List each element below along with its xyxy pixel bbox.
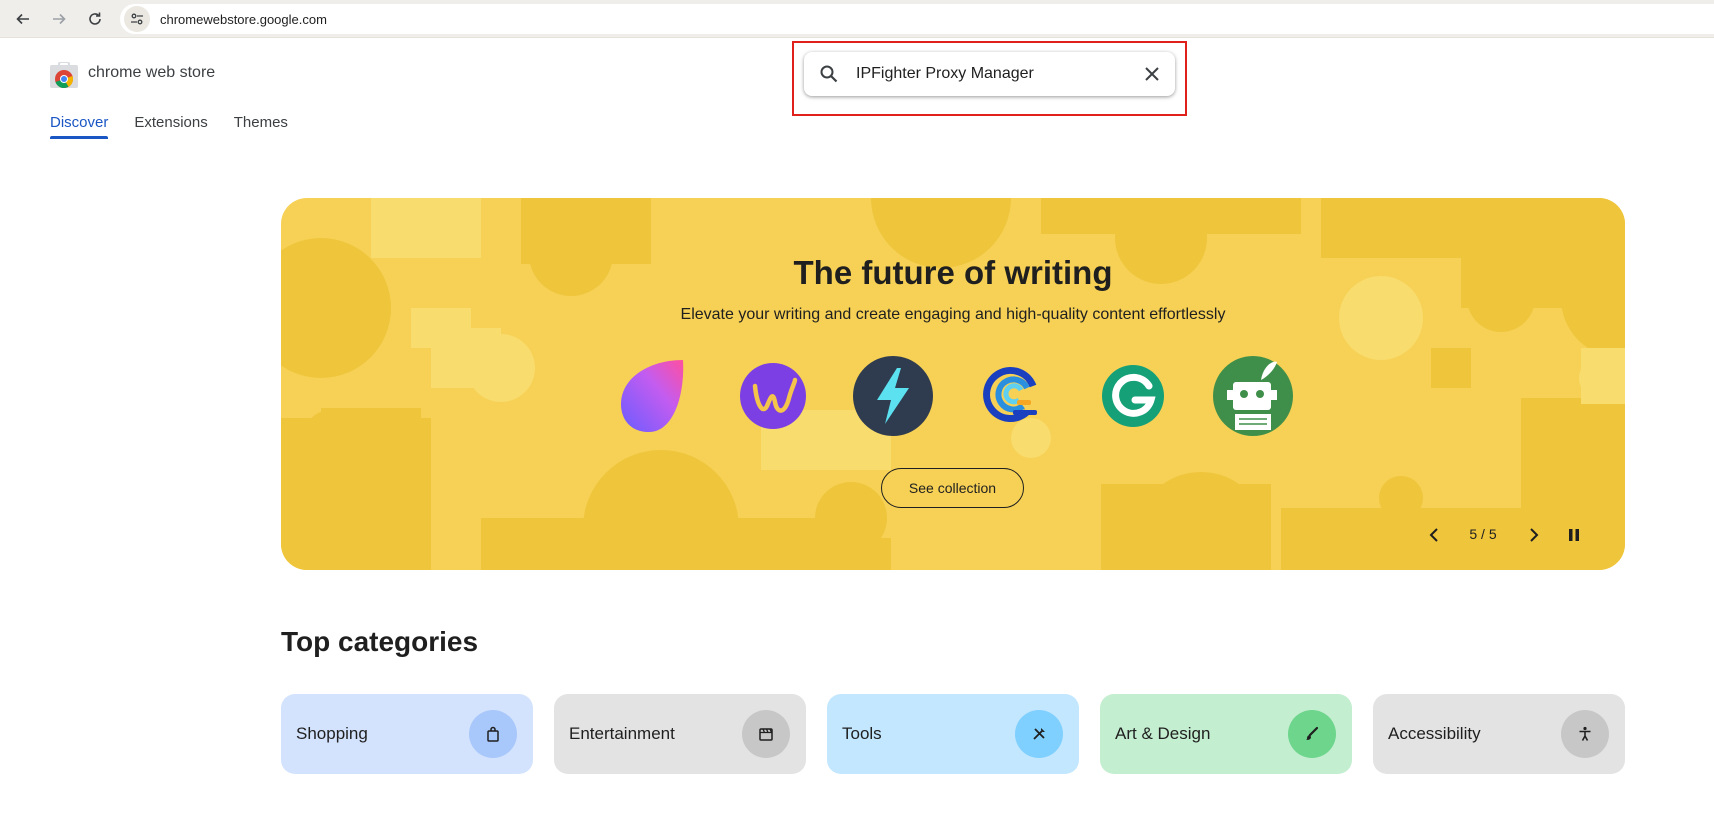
shopping-bag-icon <box>469 710 517 758</box>
tab-extensions[interactable]: Extensions <box>134 114 207 139</box>
featured-banner: The future of writing Elevate your writi… <box>281 198 1625 570</box>
chrome-web-store-logo[interactable] <box>50 61 78 89</box>
category-label: Accessibility <box>1388 724 1481 743</box>
see-collection-button[interactable]: See collection <box>881 468 1024 508</box>
carousel-next-button[interactable] <box>1523 524 1545 546</box>
category-card-shopping[interactable]: Shopping <box>281 694 533 774</box>
chevron-left-icon <box>1429 528 1438 542</box>
clapperboard-icon <box>742 710 790 758</box>
search-box[interactable] <box>804 52 1175 96</box>
back-button[interactable] <box>10 6 36 32</box>
carousel-prev-button[interactable] <box>1423 524 1445 546</box>
category-label: Tools <box>842 724 882 743</box>
category-card-entertainment[interactable]: Entertainment <box>554 694 806 774</box>
accessibility-icon <box>1561 710 1609 758</box>
reload-icon <box>89 12 101 25</box>
main-nav: Discover Extensions Themes <box>50 114 314 139</box>
tools-icon <box>1015 710 1063 758</box>
category-card-tools[interactable]: Tools <box>827 694 1079 774</box>
lightning-icon[interactable] <box>853 356 933 436</box>
banner-title: The future of writing <box>793 254 1113 291</box>
brand-name[interactable]: chrome web store <box>88 64 215 82</box>
category-label: Art & Design <box>1115 724 1211 743</box>
category-card-accessibility[interactable]: Accessibility <box>1373 694 1625 774</box>
robot-quill-icon[interactable] <box>1213 356 1293 436</box>
reload-button[interactable] <box>82 6 108 32</box>
url-text: chromewebstore.google.com <box>160 11 327 27</box>
tab-discover[interactable]: Discover <box>50 114 109 139</box>
browser-toolbar: chromewebstore.google.com <box>0 0 1714 38</box>
pause-icon <box>1569 529 1579 541</box>
category-card-art-design[interactable]: Art & Design <box>1100 694 1352 774</box>
w-letter-icon[interactable] <box>733 356 813 436</box>
wave-swirl-icon[interactable] <box>973 356 1053 436</box>
banner-subtitle: Elevate your writing and create engaging… <box>680 306 1226 323</box>
brush-icon <box>1288 710 1336 758</box>
site-info-icon[interactable] <box>124 6 150 32</box>
category-label: Entertainment <box>569 724 675 743</box>
carousel-pager: 5 / 5 <box>1469 526 1497 542</box>
carousel-pause-button[interactable] <box>1563 524 1585 546</box>
search-input[interactable] <box>856 65 1141 83</box>
close-icon[interactable] <box>1141 63 1163 85</box>
top-categories-title: Top categories <box>281 626 479 657</box>
forward-button[interactable] <box>46 6 72 32</box>
search-icon[interactable] <box>818 63 840 85</box>
arrow-left-icon <box>16 13 29 25</box>
tab-themes[interactable]: Themes <box>234 114 288 139</box>
chevron-right-icon <box>1530 528 1539 542</box>
grammarly-g-icon[interactable] <box>1093 356 1173 436</box>
arrow-right-icon <box>53 13 66 25</box>
category-label: Shopping <box>296 724 368 743</box>
address-bar[interactable]: chromewebstore.google.com <box>120 4 1714 34</box>
droplet-gradient-icon[interactable] <box>613 356 693 436</box>
